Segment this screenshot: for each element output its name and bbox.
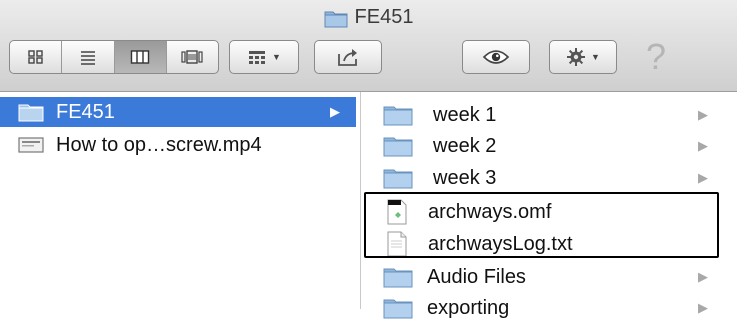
left-item-label: How to op…screw.mp4 [56, 133, 262, 156]
folder-icon [383, 299, 413, 319]
disclosure-arrow-icon: ▶ [698, 170, 708, 185]
chevron-down-icon: ▼ [591, 52, 600, 62]
right-item-week1[interactable]: week 1 ▶ [383, 100, 719, 130]
left-item-label: FE451 [56, 100, 115, 123]
arrange-icon [249, 51, 266, 64]
disclosure-arrow-icon: ▶ [330, 104, 340, 119]
icon-view-button[interactable] [10, 41, 63, 73]
eye-icon [482, 50, 510, 64]
video-file-icon [18, 137, 44, 153]
right-item-exporting[interactable]: exporting ▶ [383, 293, 719, 323]
chevron-down-icon: ▼ [272, 52, 281, 62]
columns-icon [130, 50, 150, 64]
left-item-fe451[interactable]: FE451 ▶ [0, 97, 356, 127]
view-mode-selector [9, 40, 219, 74]
help-button[interactable]: ? [641, 38, 671, 76]
right-item-label: Audio Files [427, 265, 526, 288]
window-toolbar: FE451 ▼ ▼ ? [0, 0, 737, 92]
right-item-week2[interactable]: week 2 ▶ [383, 131, 719, 161]
folder-icon [383, 268, 413, 288]
folder-icon [324, 11, 348, 27]
share-icon [338, 49, 357, 66]
arrange-button[interactable]: ▼ [229, 40, 299, 74]
folder-icon [383, 106, 413, 126]
disclosure-arrow-icon: ▶ [698, 107, 708, 122]
left-item-video[interactable]: How to op…screw.mp4 [0, 130, 356, 160]
folder-icon [383, 137, 413, 157]
list-icon [80, 51, 95, 65]
disclosure-arrow-icon: ▶ [698, 138, 708, 153]
column-view-button[interactable] [114, 41, 167, 73]
action-button[interactable]: ▼ [549, 40, 617, 74]
right-item-label: exporting [427, 296, 510, 319]
share-button[interactable] [314, 40, 382, 74]
list-view-button[interactable] [62, 41, 115, 73]
disclosure-arrow-icon: ▶ [698, 300, 708, 315]
right-item-audio-files[interactable]: Audio Files ▶ [383, 262, 719, 292]
folder-icon [383, 169, 413, 189]
grid-icon [27, 50, 43, 64]
right-item-label: week 2 [433, 134, 497, 157]
right-item-label: week 1 [433, 103, 497, 126]
disclosure-arrow-icon: ▶ [698, 269, 708, 284]
coverflow-view-button[interactable] [167, 41, 218, 73]
window-title-label: FE451 [354, 6, 414, 28]
column-divider [360, 92, 361, 309]
folder-icon [18, 104, 44, 122]
right-item-week3[interactable]: week 3 ▶ [383, 163, 719, 193]
annotation-highlight-box [364, 192, 719, 258]
right-item-label: week 3 [433, 166, 497, 189]
gear-icon [567, 48, 586, 66]
quick-look-button[interactable] [462, 40, 530, 74]
coverflow-icon [181, 50, 203, 64]
window-title: FE451 [0, 6, 737, 29]
